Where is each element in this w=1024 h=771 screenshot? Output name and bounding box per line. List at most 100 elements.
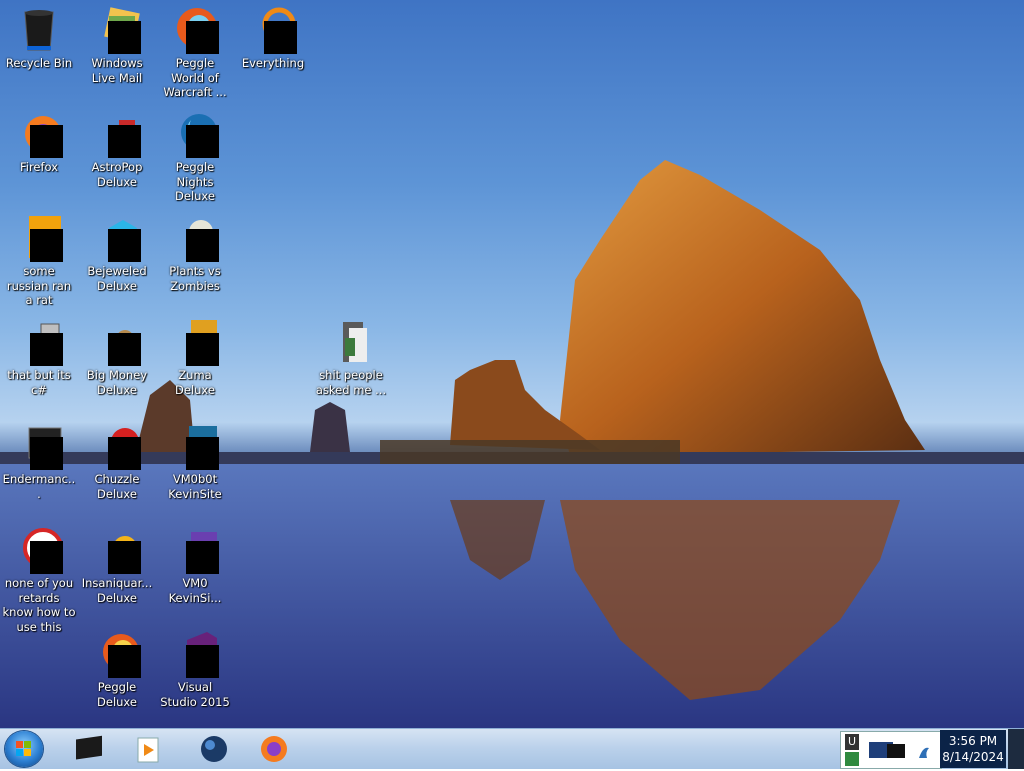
desktop-icon-label: Windows Live Mail (91, 56, 143, 85)
desktop-icon-label: AstroPop Deluxe (91, 160, 143, 189)
desktop-icon-peggle-wow[interactable]: Peggle World of Warcraft ... (156, 6, 234, 100)
redaction-box (108, 437, 141, 470)
terminal-icon (15, 422, 63, 470)
astropop-icon (93, 110, 141, 158)
bejeweled-icon (93, 214, 141, 262)
terminal-icon (76, 735, 102, 760)
desktop-icon-some-russian[interactable]: e some russian ran a rat (0, 214, 78, 308)
peggle-icon (171, 6, 219, 54)
media-player-icon (137, 737, 159, 763)
firefox-icon (261, 736, 287, 762)
desktop-icon-recycle-bin[interactable]: Recycle Bin (0, 6, 78, 71)
chuzzle-icon (93, 422, 141, 470)
redaction-box (30, 437, 63, 470)
desktop-icon-label: Recycle Bin (5, 56, 73, 70)
zuma-icon (171, 318, 219, 366)
desktop-icon-label: VM0 KevinSi... (168, 576, 222, 605)
redaction-box (186, 21, 219, 54)
redaction-box (186, 125, 219, 158)
folder-icon (327, 318, 375, 366)
redaction-box (108, 541, 141, 574)
desktop-icon-everything[interactable]: Everything (234, 6, 312, 71)
clock-time: 3:56 PM (948, 734, 998, 748)
taskbar-terminal[interactable] (66, 732, 110, 766)
money-bag-icon (93, 318, 141, 366)
desktop-icon-peggle-deluxe[interactable]: Peggle Deluxe (78, 630, 156, 709)
desktop-icon-shit-people-asked[interactable]: shit people asked me ... (312, 318, 390, 397)
desktop-icon-astropop[interactable]: AstroPop Deluxe (78, 110, 156, 189)
redaction-box (30, 333, 63, 366)
desktop-icon-label: Peggle World of Warcraft ... (163, 56, 227, 99)
clock[interactable]: 3:56 PM 8/14/2024 (940, 730, 1006, 768)
desktop-icon-that-but-its-csharp[interactable]: that but its c# (0, 318, 78, 397)
redaction-box (264, 21, 297, 54)
taskbar-globe[interactable] (192, 732, 236, 766)
show-desktop-button[interactable] (1008, 729, 1024, 769)
desktop-icon-label: that but its c# (7, 368, 71, 397)
desktop-icon-label: Firefox (19, 160, 59, 174)
desktop-icon-peggle-nights[interactable]: Peggle Nights Deluxe (156, 110, 234, 204)
peggle-icon (93, 630, 141, 678)
globe-icon (201, 736, 227, 762)
desktop-icon-label: Peggle Nights Deluxe (175, 160, 215, 203)
start-button[interactable] (5, 731, 43, 767)
desktop-icon-label: Visual Studio 2015 (160, 680, 230, 709)
desktop-icon-chuzzle[interactable]: Chuzzle Deluxe (78, 422, 156, 501)
clock-date: 8/14/2024 (942, 750, 1004, 764)
desktop-icon-label: Insaniquar... Deluxe (81, 576, 153, 605)
redaction-box (108, 125, 141, 158)
everything-search-icon (249, 6, 297, 54)
desktop-icon-label: Big Money Deluxe (86, 368, 148, 397)
redaction-box (186, 645, 219, 678)
system-tray: U (840, 731, 942, 769)
redaction-box (30, 541, 63, 574)
desktop-icon-insaniquarium[interactable]: Insaniquar... Deluxe (78, 526, 156, 605)
desktop-icon-label: Plants vs Zombies (169, 264, 221, 293)
desktop-icon-big-money[interactable]: Big Money Deluxe (78, 318, 156, 397)
desktop-icon-vm0-kevinsite[interactable]: VM0 KevinSi... (156, 526, 234, 605)
redaction-box (186, 333, 219, 366)
redaction-box (186, 437, 219, 470)
fish-icon (93, 526, 141, 574)
desktop-icon-label: VM0b0t KevinSite (168, 472, 222, 501)
desktop-icon-visual-studio[interactable]: Visual Studio 2015 (156, 630, 234, 709)
taskbar: U 3:56 PM 8/14/2024 (0, 728, 1024, 769)
vm-icon (171, 526, 219, 574)
desktop-icon-vm0b0t-kevinsite[interactable]: VM0b0t KevinSite (156, 422, 234, 501)
desktop-icon-label: Peggle Deluxe (97, 680, 137, 709)
desktop-icon-windows-live-mail[interactable]: Windows Live Mail (78, 6, 156, 85)
file-icon: e (15, 214, 63, 262)
redaction-box (108, 229, 141, 262)
desktop-icon-zuma[interactable]: Zuma Deluxe (156, 318, 234, 397)
desktop-icon-label: Endermanc... (2, 472, 76, 501)
desktop-icon-firefox[interactable]: Firefox (0, 110, 78, 175)
desktop-icon-label: none of you retards know how to use this (2, 576, 76, 634)
app-icon (15, 526, 63, 574)
desktop-icon-label: Bejeweled Deluxe (87, 264, 147, 293)
desktop-icon-label: some russian ran a rat (6, 264, 72, 307)
desktop-icon-bejeweled[interactable]: Bejeweled Deluxe (78, 214, 156, 293)
redaction-box (108, 21, 141, 54)
desktop-icon-plants-vs-zombies[interactable]: Plants vs Zombies (156, 214, 234, 293)
desktop-icon-label: Chuzzle Deluxe (94, 472, 140, 501)
redaction-box (186, 541, 219, 574)
taskbar-media-player[interactable] (126, 732, 170, 766)
tray-icons (845, 742, 929, 766)
firefox-icon (15, 110, 63, 158)
desktop-icon-label: Zuma Deluxe (175, 368, 215, 397)
desktop-icon-none-of-you[interactable]: none of you retards know how to use this (0, 526, 78, 634)
mail-icon (93, 6, 141, 54)
desktop-icon-endermanc[interactable]: Endermanc... (0, 422, 78, 501)
shortcut-icon (15, 318, 63, 366)
pvz-icon (171, 214, 219, 262)
desktop-icon-label: Everything (241, 56, 305, 70)
redaction-box (186, 229, 219, 262)
desktop-icon-label: shit people asked me ... (315, 368, 387, 397)
peggle-nights-icon (171, 110, 219, 158)
redaction-box (30, 229, 63, 262)
recycle-bin-icon (15, 6, 63, 54)
windows-orb-icon (16, 741, 31, 756)
taskbar-firefox[interactable] (252, 732, 296, 766)
redaction-box (108, 333, 141, 366)
redaction-box (108, 645, 141, 678)
